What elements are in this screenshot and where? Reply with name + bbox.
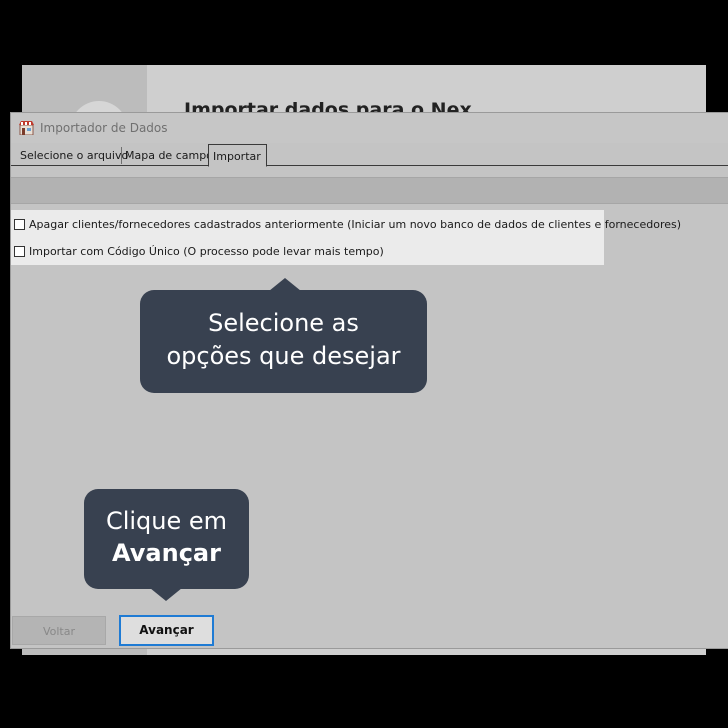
options-panel: Apagar clientes/fornecedores cadastrados… <box>11 210 681 265</box>
delete-existing-checkbox[interactable] <box>14 219 25 230</box>
next-button[interactable]: Avançar <box>119 615 214 646</box>
store-icon <box>19 120 34 136</box>
tab-select-file[interactable]: Selecione o arquivo <box>20 147 128 164</box>
back-button[interactable]: Voltar <box>12 616 106 645</box>
dialog-titlebar: Importador de Dados <box>11 113 728 143</box>
option-unique-code[interactable]: Importar com Código Único (O processo po… <box>14 245 384 258</box>
next-tooltip-line1: Clique em <box>105 507 228 535</box>
unique-code-checkbox[interactable] <box>14 246 25 257</box>
tab-field-map[interactable]: Mapa de campos <box>121 147 219 164</box>
next-tooltip-line2: Avançar <box>112 539 221 567</box>
options-tooltip: Selecione as opções que desejar <box>140 278 427 393</box>
delete-existing-label: Apagar clientes/fornecedores cadastrados… <box>29 218 682 231</box>
options-tooltip-line2: opções que desejar <box>166 342 401 370</box>
toolbar-strip <box>11 177 728 204</box>
tab-import[interactable]: Importar <box>208 144 267 167</box>
tab-strip: Selecione o arquivo Mapa de campos Impor… <box>11 144 728 167</box>
dialog-title: Importador de Dados <box>40 121 168 135</box>
options-tooltip-line1: Selecione as <box>208 309 359 337</box>
unique-code-label: Importar com Código Único (O processo po… <box>29 245 384 258</box>
option-delete-existing[interactable]: Apagar clientes/fornecedores cadastrados… <box>14 218 681 231</box>
next-tooltip: Clique em Avançar <box>84 489 249 601</box>
